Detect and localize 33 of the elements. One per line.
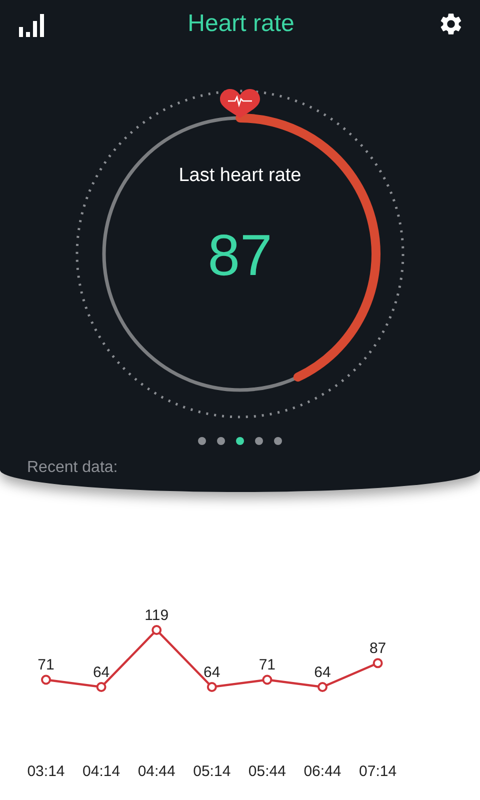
data-point xyxy=(262,674,272,685)
data-label: 64 xyxy=(204,664,220,681)
screen-title: Heart rate xyxy=(188,10,294,38)
page-dot[interactable] xyxy=(217,437,225,445)
gauge-label: Last heart rate xyxy=(178,165,302,186)
data-label: 64 xyxy=(92,664,110,681)
data-label: 71 xyxy=(258,656,276,674)
heart-icon xyxy=(220,89,260,118)
data-point xyxy=(96,682,106,692)
data-point xyxy=(206,682,217,692)
heart-rate-value: 87 xyxy=(208,222,272,289)
axis-label: 04:14 xyxy=(82,763,120,780)
axis-label: 07:14 xyxy=(359,763,397,780)
axis-label: 05:14 xyxy=(193,763,231,780)
data-label: 119 xyxy=(144,607,169,624)
page-dot[interactable] xyxy=(236,437,244,445)
bar-chart-icon[interactable] xyxy=(18,11,44,37)
section-label: Recent data: xyxy=(27,459,118,477)
data-point xyxy=(318,682,328,692)
data-label: 71 xyxy=(38,656,54,674)
data-label: 87 xyxy=(369,640,386,658)
data-point xyxy=(41,674,51,685)
axis-label: 03:14 xyxy=(27,763,65,780)
page-dot[interactable] xyxy=(198,437,206,445)
page-dot[interactable] xyxy=(274,437,282,445)
page-dot[interactable] xyxy=(255,437,263,445)
data-label: 64 xyxy=(314,664,331,681)
data-point xyxy=(372,658,383,668)
axis-label: 05:44 xyxy=(248,763,286,780)
settings-icon[interactable] xyxy=(438,11,464,37)
data-point xyxy=(152,625,162,636)
axis-label: 04:44 xyxy=(138,763,176,780)
axis-label: 06:44 xyxy=(304,763,342,780)
